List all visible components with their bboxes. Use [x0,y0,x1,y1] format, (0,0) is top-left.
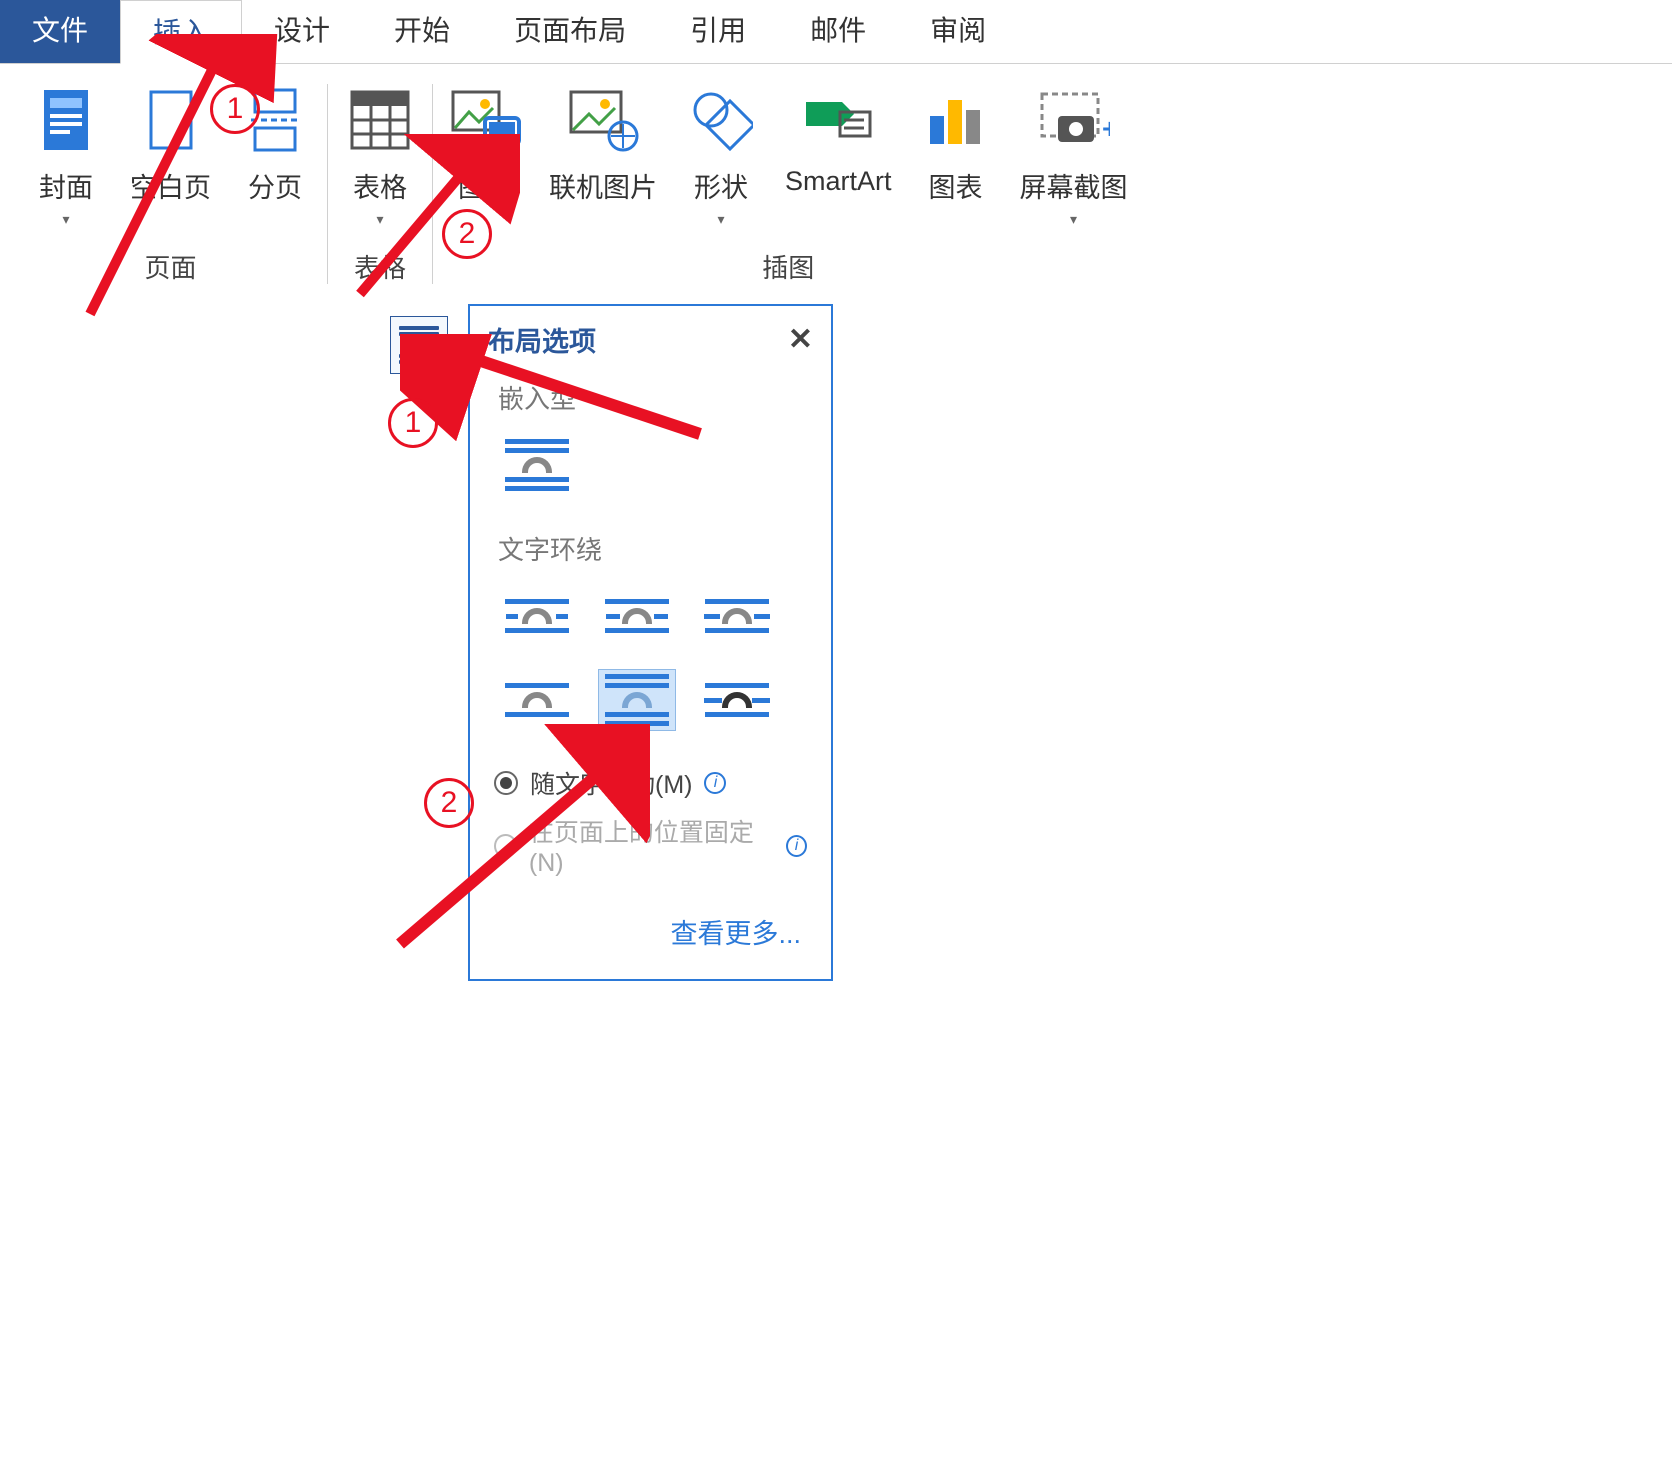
layout-options-button[interactable] [390,316,448,374]
label: 图表 [929,166,983,205]
btn-chart[interactable]: 图表 [920,84,992,228]
dropdown-icon: ▾ [1070,211,1077,228]
tab-review[interactable]: 审阅 [898,0,1018,63]
dropdown-icon: ▾ [717,211,724,228]
label: 表格 [353,166,407,205]
document-area: 布局选项 ✕ 嵌入型 文字环绕 [0,304,1672,1204]
btn-smartart[interactable]: SmartArt [785,84,892,228]
group-label-tables: 表格 [354,248,406,285]
info-icon[interactable]: i [786,835,807,857]
group-tables: 表格 ▾ 表格 [334,84,426,294]
wrap-through[interactable] [698,585,776,647]
btn-screenshot[interactable]: + 屏幕截图 ▾ [1020,84,1128,228]
screenshot-icon: + [1038,84,1110,156]
dropdown-icon: ▾ [62,211,69,228]
label: 封面 [39,166,93,205]
wrap-front-text[interactable] [698,669,776,731]
section-inline-label: 嵌入型 [470,373,831,434]
btn-picture[interactable]: 图片 [449,84,521,228]
annotation-circle-2b: 2 [424,778,474,828]
group-illustrations: 图片 联机图片 形状 ▾ SmartArt [439,84,1138,294]
wrap-square[interactable] [498,585,576,647]
annotation-circle-1b: 1 [388,398,438,448]
svg-text:+: + [1102,113,1110,144]
online-picture-icon [567,84,639,156]
group-label-illustrations: 插图 [762,248,814,285]
wrap-topbottom[interactable] [498,669,576,731]
separator [327,84,328,284]
annotation-circle-2: 2 [442,209,492,259]
tab-insert[interactable]: 插入 [120,0,242,64]
btn-online-picture[interactable]: 联机图片 [549,84,657,228]
group-pages: 封面 ▾ 空白页 分页 页面 [20,84,321,294]
section-wrap-label: 文字环绕 [470,524,831,585]
radio-fix-position[interactable]: 在页面上的位置固定(N) i [470,807,831,884]
wrap-tight[interactable] [598,585,676,647]
annotation-circle-1: 1 [210,84,260,134]
radio-label: 在页面上的位置固定(N) [529,813,774,878]
tab-file[interactable]: 文件 [0,0,120,63]
wrap-behind-text[interactable] [598,669,676,731]
label: 联机图片 [549,166,657,205]
dropdown-icon: ▾ [376,211,383,228]
close-icon[interactable]: ✕ [788,322,813,357]
info-icon[interactable]: i [704,772,726,794]
tab-mailings[interactable]: 邮件 [778,0,898,63]
smartart-icon [802,84,874,156]
label: 空白页 [130,166,211,205]
tab-page-layout[interactable]: 页面布局 [482,0,658,63]
tab-design[interactable]: 设计 [242,0,362,63]
btn-cover-page[interactable]: 封面 ▾ [30,84,102,228]
cover-page-icon [30,84,102,156]
btn-table[interactable]: 表格 ▾ [344,84,416,228]
see-more-link[interactable]: 查看更多... [470,884,831,959]
tab-home[interactable]: 开始 [362,0,482,63]
label: SmartArt [785,166,892,197]
tab-references[interactable]: 引用 [658,0,778,63]
blank-page-icon [135,84,207,156]
flyout-title: 布局选项 [488,320,596,359]
radio-label: 随文字移动(M) [530,765,692,801]
chart-icon [920,84,992,156]
radio-move-with-text[interactable]: 随文字移动(M) i [470,759,831,807]
wrap-inline[interactable] [498,434,576,496]
table-icon [344,84,416,156]
layout-options-flyout: 布局选项 ✕ 嵌入型 文字环绕 [468,304,833,981]
label: 屏幕截图 [1020,166,1128,205]
group-label-pages: 页面 [144,248,196,285]
shapes-icon [685,84,757,156]
label: 图片 [458,166,512,205]
label: 形状 [694,166,748,205]
radio-icon [494,771,518,795]
btn-shapes[interactable]: 形状 ▾ [685,84,757,228]
ribbon-tabs: 文件 插入 设计 开始 页面布局 引用 邮件 审阅 [0,0,1672,64]
picture-icon [449,84,521,156]
radio-icon [494,834,517,858]
separator [432,84,433,284]
label: 分页 [248,166,302,205]
btn-blank-page[interactable]: 空白页 [130,84,211,228]
